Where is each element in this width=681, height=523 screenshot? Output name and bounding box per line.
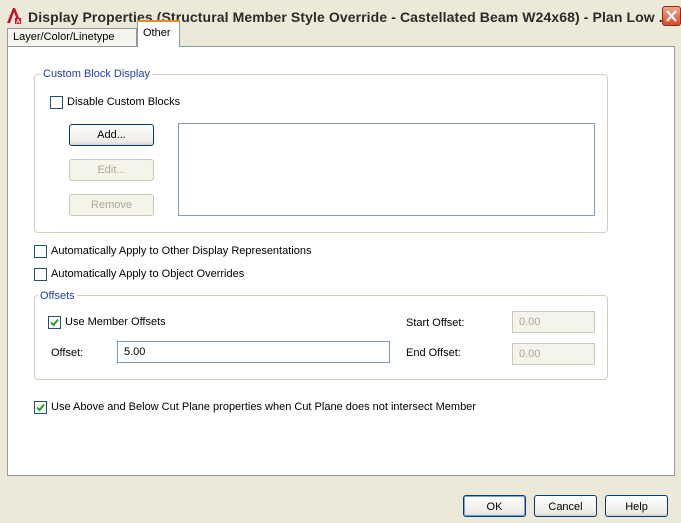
add-button[interactable]: Add... <box>69 124 154 146</box>
end-offset-label: End Offset: <box>406 347 461 359</box>
svg-text:A: A <box>16 20 21 26</box>
offsets-group <box>34 295 608 380</box>
offset-field[interactable] <box>117 341 390 363</box>
ok-button[interactable]: OK <box>463 495 526 517</box>
edit-button[interactable]: Edit... <box>69 159 154 181</box>
window-title: Display Properties (Structural Member St… <box>28 9 671 25</box>
autocad-a-icon: A <box>6 7 22 26</box>
custom-blocks-list[interactable] <box>178 123 595 216</box>
checkmark-icon <box>50 318 59 327</box>
start-offset-field[interactable] <box>512 311 595 333</box>
offsets-legend: Offsets <box>38 290 77 302</box>
cut-plane-label: Use Above and Below Cut Plane properties… <box>51 401 476 413</box>
close-x-icon <box>666 10 677 22</box>
offset-label: Offset: <box>51 347 84 359</box>
disable-custom-blocks-label: Disable Custom Blocks <box>67 96 181 108</box>
cancel-button[interactable]: Cancel <box>534 495 597 517</box>
use-member-offsets-checkbox[interactable] <box>48 316 61 329</box>
apply-other-display-reps-checkbox[interactable] <box>34 245 47 258</box>
use-member-offsets-label: Use Member Offsets <box>65 316 166 328</box>
cut-plane-checkbox[interactable] <box>34 401 47 414</box>
apply-object-overrides-label: Automatically Apply to Object Overrides <box>51 268 245 280</box>
checkmark-icon <box>36 403 45 412</box>
disable-custom-blocks-checkbox[interactable] <box>50 96 63 109</box>
end-offset-field[interactable] <box>512 343 595 365</box>
tab-layer-color-linetype[interactable]: Layer/Color/Linetype <box>7 28 137 47</box>
tab-other[interactable]: Other <box>137 20 180 47</box>
help-button[interactable]: Help <box>605 495 668 517</box>
apply-object-overrides-checkbox[interactable] <box>34 268 47 281</box>
remove-button[interactable]: Remove <box>69 194 154 216</box>
start-offset-label: Start Offset: <box>406 317 465 329</box>
custom-block-display-legend: Custom Block Display <box>41 68 152 80</box>
close-button[interactable] <box>662 6 681 26</box>
apply-other-display-reps-label: Automatically Apply to Other Display Rep… <box>51 245 312 257</box>
